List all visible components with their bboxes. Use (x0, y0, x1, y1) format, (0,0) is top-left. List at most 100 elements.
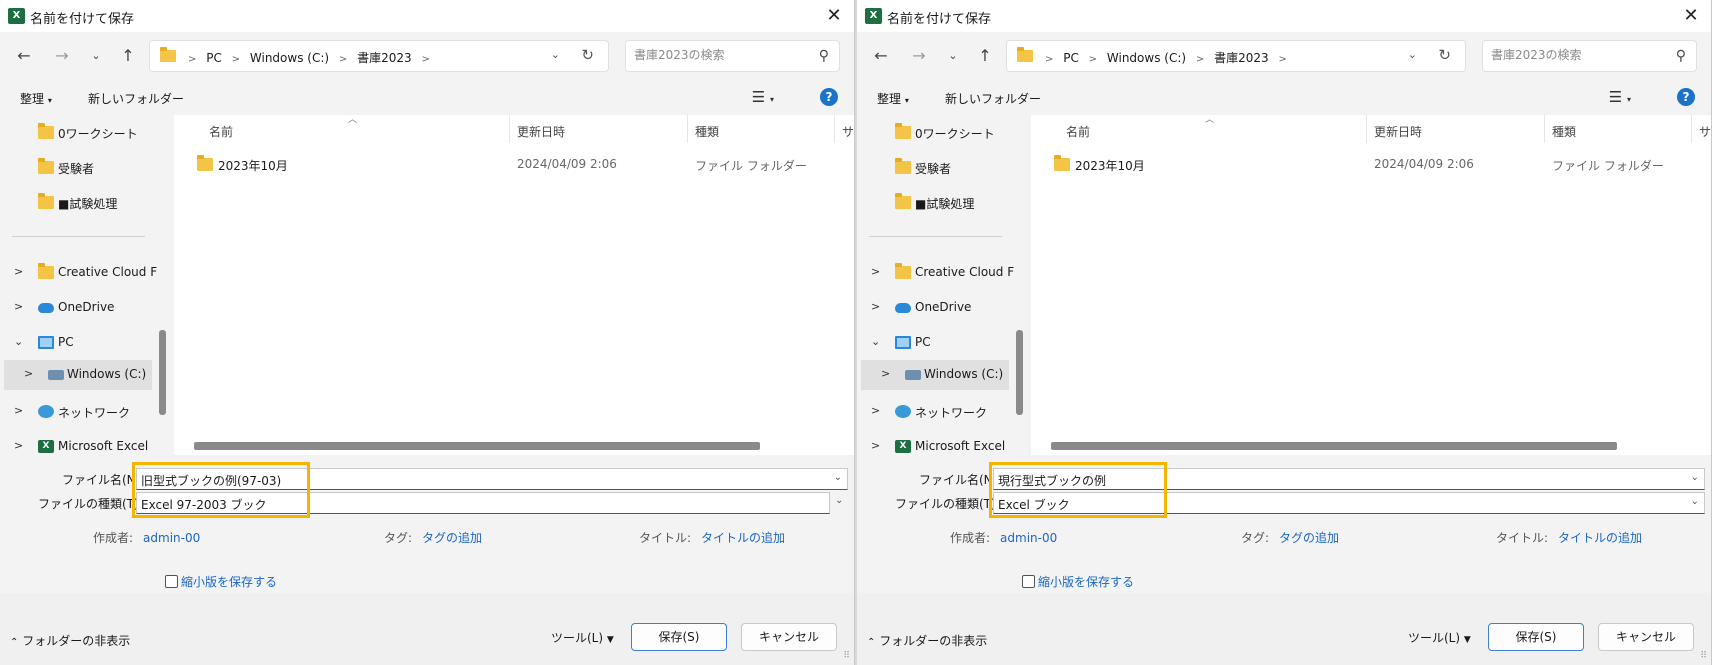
title-value[interactable]: タイトルの追加 (1558, 531, 1642, 545)
author-value[interactable]: admin-00 (143, 531, 200, 545)
sidebar-item-exam-processing[interactable]: ■試験処理 (857, 188, 1007, 218)
save-button[interactable]: 保存(S) (631, 623, 727, 651)
title-value[interactable]: タイトルの追加 (701, 531, 785, 545)
sidebar-item-microsoft-excel[interactable]: > X Microsoft Excel (857, 432, 1007, 455)
help-icon[interactable]: ? (820, 88, 838, 106)
search-input[interactable] (1491, 48, 1656, 62)
sidebar-item-drive-c[interactable]: > Windows (C:) (861, 360, 1009, 390)
chevron-right-icon[interactable]: > (24, 367, 33, 380)
sidebar-item-pc[interactable]: ⌄ PC (0, 328, 150, 358)
chevron-down-icon[interactable]: ⌄ (1691, 472, 1699, 483)
breadcrumb-pc[interactable]: PC (1063, 51, 1079, 65)
address-bar[interactable]: > PC > Windows (C:) > 書庫2023 > ⌄ ↻ (149, 40, 609, 72)
breadcrumb-drive[interactable]: Windows (C:) (250, 51, 329, 65)
breadcrumb-drive[interactable]: Windows (C:) (1107, 51, 1186, 65)
sidebar-item-worksheet[interactable]: 0ワークシート (857, 118, 1007, 148)
new-folder-button[interactable]: 新しいフォルダー (88, 90, 184, 107)
sidebar-item-creative-cloud[interactable]: > Creative Cloud F (0, 258, 157, 288)
sidebar-item-network[interactable]: > ネットワーク (857, 397, 1007, 427)
chevron-right-icon[interactable]: > (14, 300, 23, 313)
search-input[interactable] (634, 48, 799, 62)
chevron-down-icon[interactable]: ⌄ (834, 472, 842, 483)
organize-menu[interactable]: 整理 ▾ (20, 90, 52, 107)
recent-dropdown-icon[interactable]: ⌄ (941, 44, 965, 68)
chevron-right-icon[interactable]: > (871, 265, 880, 278)
chevron-right-icon[interactable]: > (871, 404, 880, 417)
hide-folders-button[interactable]: ⌃ フォルダーの非表示 (867, 632, 987, 649)
save-thumbnail-checkbox[interactable]: 縮小版を保存する (1022, 573, 1134, 590)
close-button[interactable]: ✕ (1679, 4, 1703, 28)
chevron-right-icon[interactable]: > (871, 439, 880, 452)
search-icon[interactable]: ⚲ (1676, 48, 1686, 64)
sidebar-scrollbar[interactable] (1016, 330, 1023, 415)
back-arrow-icon[interactable]: ← (869, 44, 893, 68)
tools-menu[interactable]: ツール(L) ▼ (1408, 629, 1471, 646)
column-header-size[interactable]: サ (1699, 123, 1711, 140)
chevron-right-icon[interactable]: > (871, 300, 880, 313)
forward-arrow-icon[interactable]: → (907, 44, 931, 68)
column-header-type[interactable]: 種類 (695, 123, 719, 140)
up-arrow-icon[interactable]: ↑ (116, 44, 140, 68)
forward-arrow-icon[interactable]: → (50, 44, 74, 68)
column-divider[interactable] (1366, 115, 1367, 143)
column-header-size[interactable]: サ (842, 123, 854, 140)
horizontal-scrollbar[interactable] (1051, 442, 1617, 450)
view-options-icon[interactable]: ☰ ▾ (752, 88, 774, 106)
checkbox-icon[interactable] (1022, 575, 1035, 588)
column-divider[interactable] (1544, 115, 1545, 143)
sidebar-item-worksheet[interactable]: 0ワークシート (0, 118, 150, 148)
sidebar-item-pc[interactable]: ⌄ PC (857, 328, 1007, 358)
refresh-icon[interactable]: ↻ (1438, 46, 1451, 64)
chevron-right-icon[interactable]: > (14, 439, 23, 452)
sidebar-item-creative-cloud[interactable]: > Creative Cloud F (857, 258, 1014, 288)
chevron-right-icon[interactable]: > (14, 265, 23, 278)
refresh-icon[interactable]: ↻ (581, 46, 594, 64)
new-folder-button[interactable]: 新しいフォルダー (945, 90, 1041, 107)
up-arrow-icon[interactable]: ↑ (973, 44, 997, 68)
chevron-right-icon[interactable]: > (881, 367, 890, 380)
chevron-down-icon[interactable]: ⌄ (1408, 48, 1417, 61)
address-bar[interactable]: > PC > Windows (C:) > 書庫2023 > ⌄ ↻ (1006, 40, 1466, 72)
column-header-date[interactable]: 更新日時 (1374, 123, 1422, 140)
chevron-down-icon[interactable]: ⌄ (835, 495, 843, 506)
chevron-down-icon[interactable]: ⌄ (14, 335, 23, 348)
table-row[interactable]: 2023年10月 2024/04/09 2:06 ファイル フォルダー (1031, 153, 1711, 177)
cancel-button[interactable]: キャンセル (1598, 623, 1694, 651)
column-divider[interactable] (509, 115, 510, 143)
column-divider[interactable] (1691, 115, 1692, 143)
column-header-type[interactable]: 種類 (1552, 123, 1576, 140)
resize-grip-icon[interactable]: ⠿ (1700, 651, 1707, 661)
column-header-date[interactable]: 更新日時 (517, 123, 565, 140)
sidebar-item-examinees[interactable]: 受験者 (0, 153, 150, 183)
tags-value[interactable]: タグの追加 (422, 531, 482, 545)
table-row[interactable]: 2023年10月 2024/04/09 2:06 ファイル フォルダー (174, 153, 854, 177)
tags-value[interactable]: タグの追加 (1279, 531, 1339, 545)
sidebar-item-onedrive[interactable]: > OneDrive (857, 293, 1007, 323)
chevron-down-icon[interactable]: ⌄ (551, 48, 560, 61)
back-arrow-icon[interactable]: ← (12, 44, 36, 68)
cancel-button[interactable]: キャンセル (741, 623, 837, 651)
save-button[interactable]: 保存(S) (1488, 623, 1584, 651)
resize-grip-icon[interactable]: ⠿ (843, 651, 850, 661)
sidebar-item-examinees[interactable]: 受験者 (857, 153, 1007, 183)
help-icon[interactable]: ? (1677, 88, 1695, 106)
breadcrumb-pc[interactable]: PC (206, 51, 222, 65)
chevron-down-icon[interactable]: ⌄ (1691, 496, 1699, 507)
column-header-name[interactable]: 名前 (209, 123, 233, 140)
search-icon[interactable]: ⚲ (819, 48, 829, 64)
hide-folders-button[interactable]: ⌃ フォルダーの非表示 (10, 632, 130, 649)
sidebar-item-network[interactable]: > ネットワーク (0, 397, 150, 427)
recent-dropdown-icon[interactable]: ⌄ (84, 44, 108, 68)
chevron-right-icon[interactable]: > (14, 404, 23, 417)
sidebar-scrollbar[interactable] (159, 330, 166, 415)
tools-menu[interactable]: ツール(L) ▼ (551, 629, 614, 646)
column-header-name[interactable]: 名前 (1066, 123, 1090, 140)
checkbox-icon[interactable] (165, 575, 178, 588)
breadcrumb-folder[interactable]: 書庫2023 (1214, 51, 1269, 65)
close-button[interactable]: ✕ (822, 4, 846, 28)
breadcrumb-folder[interactable]: 書庫2023 (357, 51, 412, 65)
column-divider[interactable] (687, 115, 688, 143)
chevron-down-icon[interactable]: ⌄ (871, 335, 880, 348)
save-thumbnail-checkbox[interactable]: 縮小版を保存する (165, 573, 277, 590)
column-divider[interactable] (834, 115, 835, 143)
